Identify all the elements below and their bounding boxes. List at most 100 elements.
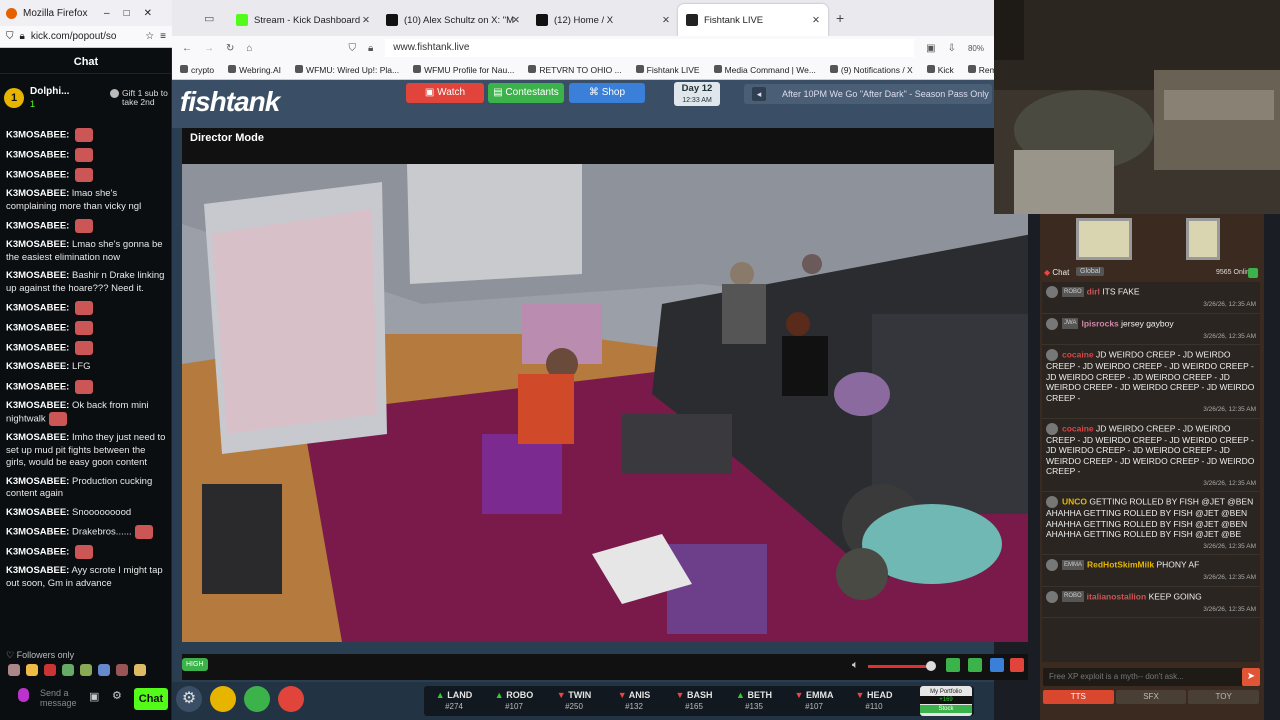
announcement-ticker[interactable]: ◂ After 10PM We Go "After Dark" - Season… — [744, 84, 992, 104]
contestant-stock[interactable]: ▲ LAND #274 — [424, 690, 484, 712]
stock-button[interactable]: Stock — [920, 705, 972, 713]
portfolio-panel[interactable]: My Portfolio +169 Stock — [920, 686, 972, 716]
home-icon[interactable]: ⌂ — [246, 43, 252, 54]
tab-list-icon[interactable]: ▭ — [204, 12, 214, 25]
send-message-input[interactable]: Send a message — [40, 688, 84, 708]
tab-close-icon[interactable]: ✕ — [662, 15, 670, 26]
global-tab[interactable]: Global — [1076, 267, 1105, 276]
contestant-stock[interactable]: ▲ BETH #135 — [724, 690, 784, 712]
tab-close-icon[interactable]: ✕ — [512, 15, 520, 26]
contestant-stock[interactable]: ▼ HEAD #110 — [844, 690, 904, 712]
contestant-stock[interactable]: ▼ TWIN #250 — [544, 690, 604, 712]
rchat-username[interactable]: dirl — [1087, 286, 1100, 296]
bookmark-item[interactable]: RETVRN TO OHIO ... — [528, 64, 622, 75]
rchat-username[interactable]: UNCO — [1062, 496, 1087, 506]
rchat-username[interactable]: italianostallion — [1087, 591, 1147, 601]
gift-sub-button[interactable]: Gift 1 sub to take 2nd — [110, 89, 168, 107]
avatar[interactable] — [1046, 590, 1058, 603]
bookmark-item[interactable]: Media Command | We... — [713, 64, 816, 75]
rchat-send-icon[interactable]: ➤ — [1242, 668, 1260, 686]
avatar[interactable] — [1046, 349, 1058, 361]
chat-send-button[interactable]: Chat — [134, 688, 168, 710]
kick-message-list[interactable]: K3MOSABEE: K3MOSABEE: K3MOSABEE: K3MOSAB… — [6, 128, 166, 648]
kick-url-bar[interactable]: ⛉ 🔒︎ kick.com/popout/so ☆ ≡ — [0, 26, 172, 48]
chat-toggle-icon[interactable] — [1248, 268, 1258, 278]
browser-tab[interactable]: (12) Home / X ✕ — [528, 4, 678, 36]
contestants-button[interactable]: ▤ Contestants — [488, 83, 564, 103]
settings-gear-icon[interactable]: ⚙ — [112, 689, 122, 702]
avatar[interactable] — [1046, 317, 1058, 330]
kick-url[interactable]: kick.com/popout/so — [31, 31, 117, 42]
record-icon[interactable] — [1010, 658, 1024, 672]
grid-icon[interactable] — [968, 658, 982, 672]
rchat-tab[interactable]: TTS — [1043, 690, 1114, 704]
tab-close-icon[interactable]: ✕ — [362, 15, 370, 26]
bookmark-item[interactable]: Webring.AI — [228, 64, 281, 75]
pip-icon[interactable] — [990, 658, 1004, 672]
chat-username[interactable]: K3MOSABEE: — [6, 381, 69, 392]
ticker-back-icon[interactable]: ◂ — [752, 87, 766, 101]
gift-box-icon[interactable]: ▣ — [89, 690, 99, 703]
browser-tab[interactable]: Stream - Kick Dashboard ✕ — [228, 4, 378, 36]
chat-username[interactable]: K3MOSABEE: — [6, 270, 69, 281]
chat-username[interactable]: K3MOSABEE: — [6, 547, 69, 558]
browser-tab[interactable]: (10) Alex Schultz on X: "My New✕ — [378, 4, 528, 36]
watch-button[interactable]: ▣ Watch — [406, 83, 484, 103]
screenshot-icon[interactable]: ▣ — [926, 43, 935, 54]
layout-icon[interactable] — [946, 658, 960, 672]
rchat-username[interactable]: RedHotSkimMilk — [1087, 559, 1154, 569]
reload-icon[interactable]: ↻ — [226, 43, 234, 54]
contestant-stock[interactable]: ▼ ANIS #132 — [604, 690, 664, 712]
chat-username[interactable]: K3MOSABEE: — [6, 400, 69, 411]
bookmark-item[interactable]: Fishtank LIVE — [635, 64, 700, 75]
rchat-input[interactable]: Free XP exploit is a myth-- don't ask... — [1043, 668, 1243, 686]
chat-username[interactable]: K3MOSABEE: — [6, 323, 69, 334]
back-icon[interactable]: ← — [182, 43, 192, 54]
chat-username[interactable]: K3MOSABEE: — [6, 507, 69, 518]
rchat-username[interactable]: cocaine — [1062, 423, 1094, 433]
avatar[interactable] — [1046, 286, 1058, 298]
contestant-stock[interactable]: ▼ BASH #165 — [664, 690, 724, 712]
rchat-tab[interactable]: SFX — [1115, 690, 1187, 704]
volume-handle[interactable] — [926, 661, 936, 671]
chat-username[interactable]: K3MOSABEE: — [6, 432, 69, 443]
mic-icon[interactable] — [18, 688, 29, 702]
fishtank-logo[interactable]: fishtank — [180, 86, 280, 118]
chat-username[interactable]: K3MOSABEE: — [6, 476, 69, 487]
rchat-tab[interactable]: TOY — [1188, 690, 1260, 704]
settings-gear-icon[interactable]: ⚙ — [176, 686, 202, 712]
chat-username[interactable]: K3MOSABEE: — [6, 361, 69, 372]
contestant-stock[interactable]: ▼ EMMA #107 — [784, 690, 844, 712]
chat-username[interactable]: K3MOSABEE: — [6, 130, 69, 141]
volume-slider[interactable] — [868, 665, 932, 668]
inventory-icon[interactable] — [244, 686, 270, 712]
coin-icon[interactable] — [210, 686, 236, 712]
menu-icon[interactable]: ≡ — [160, 31, 166, 42]
contestant-stock-ticker[interactable]: ▲ LAND #274 ▲ ROBO #107 ▼ TWIN #250 ▼ ANIS #132… — [424, 686, 974, 716]
shop-button[interactable]: ⌘ Shop — [569, 83, 645, 103]
avatar[interactable] — [1046, 559, 1058, 571]
bookmark-item[interactable]: Kick — [926, 64, 954, 75]
browser-tab[interactable]: Fishtank LIVE ✕ — [678, 4, 828, 36]
tab-close-icon[interactable]: ✕ — [812, 15, 820, 26]
forward-icon[interactable]: → — [204, 43, 214, 54]
chat-username[interactable]: K3MOSABEE: — [6, 343, 69, 354]
quality-badge[interactable]: HIGH — [182, 658, 208, 671]
avatar[interactable] — [1046, 496, 1058, 508]
bookmark-item[interactable]: Remilia User Profiles — [967, 64, 994, 75]
bookmark-item[interactable]: (9) Notifications / X — [829, 64, 913, 75]
volume-icon[interactable]: 🔈︎ — [852, 659, 859, 672]
url-input[interactable]: www.fishtank.live — [385, 39, 915, 57]
chat-username[interactable]: K3MOSABEE: — [6, 527, 69, 538]
items-icon[interactable] — [278, 686, 304, 712]
emote-bar[interactable] — [8, 664, 152, 679]
chat-username[interactable]: K3MOSABEE: — [6, 150, 69, 161]
bookmark-item[interactable]: crypto — [180, 64, 214, 75]
rchat-username[interactable]: cocaine — [1062, 349, 1094, 359]
bookmark-item[interactable]: WFMU: Wired Up!: Pla... — [295, 64, 399, 75]
chat-username[interactable]: K3MOSABEE: — [6, 188, 69, 199]
fishtank-message-list[interactable]: ROBO dirl ITS FAKE 3/26/26, 12:35 AM JWA lpi… — [1042, 282, 1260, 662]
chat-username[interactable]: K3MOSABEE: — [6, 221, 69, 232]
download-icon[interactable]: ⇩ — [948, 43, 956, 54]
pinned-user[interactable]: Dolphi... — [30, 86, 69, 98]
